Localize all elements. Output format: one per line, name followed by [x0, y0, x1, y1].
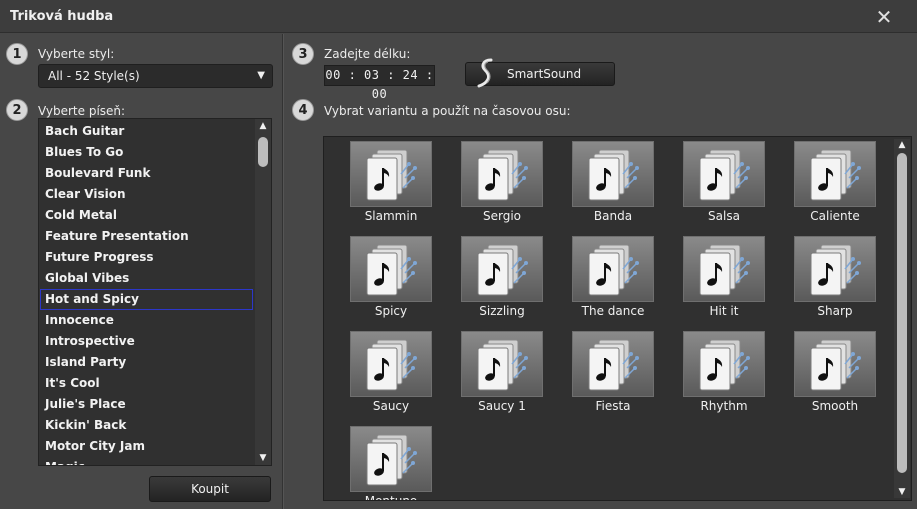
variant-thumbnail[interactable] [794, 331, 876, 397]
variant-name: Sizzling [479, 304, 525, 318]
song-list-item[interactable]: Global Vibes [40, 268, 253, 289]
song-list-item[interactable]: Boulevard Funk [40, 163, 253, 184]
variant-name: Banda [593, 209, 633, 223]
scroll-thumb[interactable] [897, 153, 907, 473]
variant-thumbnail[interactable] [350, 426, 432, 492]
step-2-badge: 2 [6, 99, 28, 121]
variant-tile[interactable]: Sergio [461, 141, 543, 229]
variant-thumbnail[interactable] [350, 141, 432, 207]
song-list-item[interactable]: Blues To Go [40, 142, 253, 163]
smartsound-button[interactable]: SmartSound [465, 58, 615, 88]
variant-scrollbar[interactable]: ▲ ▼ [894, 139, 910, 498]
variant-tile[interactable]: The dance [572, 236, 654, 324]
scroll-thumb[interactable] [258, 137, 268, 167]
scroll-up-icon[interactable]: ▲ [255, 121, 271, 131]
variant-name: Fiesta [595, 399, 631, 413]
scroll-up-icon[interactable]: ▲ [894, 140, 910, 150]
music-dialog: Triková hudba ✕ 1 Vyberte styl: All - 52… [0, 0, 917, 509]
variant-grid[interactable]: Slammin Sergio Banda Salsa Caliente Spic… [323, 136, 912, 501]
variant-tile[interactable]: Spicy [350, 236, 432, 324]
variant-tile[interactable]: Rhythm [683, 331, 765, 419]
variant-name: Spicy [374, 304, 408, 318]
variant-tile[interactable]: Saucy [350, 331, 432, 419]
variant-thumbnail[interactable] [683, 331, 765, 397]
variant-thumbnail[interactable] [683, 236, 765, 302]
song-list-scrollbar[interactable]: ▲ ▼ [255, 119, 271, 465]
variant-thumbnail[interactable] [572, 331, 654, 397]
song-list-item[interactable]: Cold Metal [40, 205, 253, 226]
step-4-badge: 4 [292, 99, 314, 121]
song-list-item[interactable]: It's Cool [40, 373, 253, 394]
variant-name: The dance [581, 304, 645, 318]
variant-tile[interactable]: Sizzling [461, 236, 543, 324]
variant-thumbnail[interactable] [461, 141, 543, 207]
smartsound-logo-icon [477, 58, 493, 88]
variant-thumbnail[interactable] [461, 236, 543, 302]
smartsound-label: SmartSound [507, 67, 582, 81]
variant-tile[interactable]: Montuno [350, 426, 432, 500]
style-dropdown[interactable]: All - 52 Style(s) ▼ [38, 64, 273, 88]
song-list-item[interactable]: Bach Guitar [40, 121, 253, 142]
scroll-down-icon[interactable]: ▼ [255, 453, 271, 463]
variant-name: Hit it [709, 304, 739, 318]
song-list-item[interactable]: Feature Presentation [40, 226, 253, 247]
style-label: Vyberte styl: [38, 47, 115, 61]
variant-tile[interactable]: Saucy 1 [461, 331, 543, 419]
variant-label: Vybrat variantu a použít na časovou osu: [324, 104, 571, 118]
variant-thumbnail[interactable] [350, 236, 432, 302]
variant-name: Salsa [708, 209, 740, 223]
variant-thumbnail[interactable] [794, 141, 876, 207]
variant-thumbnail[interactable] [794, 236, 876, 302]
song-list-item[interactable]: Introspective [40, 331, 253, 352]
variant-thumbnail[interactable] [461, 331, 543, 397]
variant-tile[interactable]: Salsa [683, 141, 765, 229]
window-title: Triková hudba [10, 9, 114, 24]
variant-tile[interactable]: Banda [572, 141, 654, 229]
song-list-item[interactable]: Hot and Spicy [40, 289, 253, 310]
scroll-down-icon[interactable]: ▼ [894, 487, 910, 497]
length-label: Zadejte délku: [324, 47, 411, 61]
variant-tile[interactable]: Sharp [794, 236, 876, 324]
variant-name: Saucy 1 [478, 399, 526, 413]
variant-name: Sharp [817, 304, 853, 318]
variant-tile[interactable]: Smooth [794, 331, 876, 419]
length-input[interactable]: 00 : 03 : 24 : 00 [324, 65, 435, 101]
step-3-badge: 3 [292, 43, 314, 65]
song-list-item[interactable]: Future Progress [40, 247, 253, 268]
step-1-badge: 1 [6, 43, 28, 65]
variant-thumbnail[interactable] [350, 331, 432, 397]
variant-thumbnail[interactable] [683, 141, 765, 207]
song-list-item[interactable]: Innocence [40, 310, 253, 331]
song-list-item[interactable]: Julie's Place [40, 394, 253, 415]
variant-thumbnail[interactable] [572, 236, 654, 302]
buy-button[interactable]: Koupit [149, 476, 271, 502]
variant-name: Saucy [372, 399, 410, 413]
variant-tile[interactable]: Slammin [350, 141, 432, 229]
song-list-item[interactable]: Motor City Jam [40, 436, 253, 457]
variant-thumbnail[interactable] [572, 141, 654, 207]
song-list[interactable]: Bach Guitar Blues To Go Boulevard Funk Clea… [38, 118, 272, 466]
variant-tile[interactable]: Hit it [683, 236, 765, 324]
song-label: Vyberte píseň: [38, 104, 126, 118]
chevron-down-icon: ▼ [257, 70, 265, 81]
song-list-item[interactable]: Clear Vision [40, 184, 253, 205]
variant-name: Caliente [810, 209, 860, 223]
close-icon[interactable]: ✕ [873, 6, 895, 28]
variant-name: Smooth [811, 399, 859, 413]
title-bar: Triková hudba ✕ [0, 0, 917, 33]
variant-name: Sergio [482, 209, 521, 223]
song-list-item[interactable]: Magic [40, 457, 253, 465]
variant-name: Montuno [364, 494, 418, 501]
panel-divider [282, 34, 283, 509]
variant-name: Rhythm [700, 399, 748, 413]
style-dropdown-value: All - 52 Style(s) [48, 69, 140, 83]
variant-name: Slammin [364, 209, 418, 223]
variant-tile[interactable]: Caliente [794, 141, 876, 229]
song-list-item[interactable]: Kickin' Back [40, 415, 253, 436]
variant-tile[interactable]: Fiesta [572, 331, 654, 419]
song-list-item[interactable]: Island Party [40, 352, 253, 373]
